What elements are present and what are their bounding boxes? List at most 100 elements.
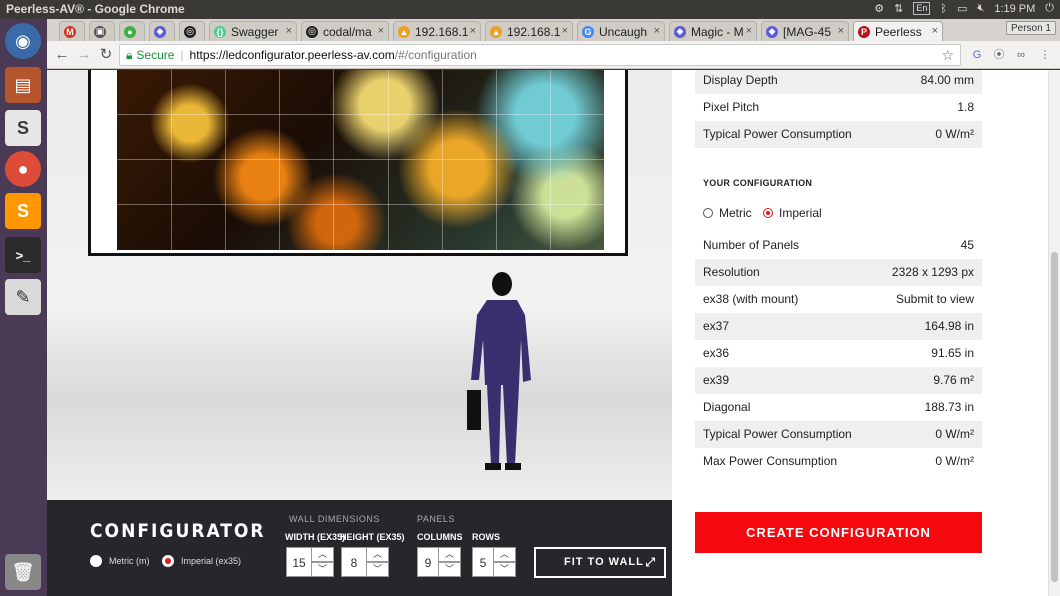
menu-icon[interactable]: ⋮ <box>1037 47 1053 63</box>
text-editor-icon[interactable]: ✎ <box>5 279 41 315</box>
columns-decrement-icon[interactable]: ﹀ <box>439 562 461 577</box>
tab-close-icon[interactable]: × <box>932 25 938 37</box>
robot-icon: ▣ <box>94 25 106 38</box>
fit-to-wall-button[interactable]: FIT TO WALL ⤢ <box>534 547 666 578</box>
translate-icon[interactable]: G <box>969 47 985 63</box>
bluetooth-icon[interactable]: ᛒ <box>940 3 947 15</box>
wall-dimensions-label: WALL DIMENSIONS <box>289 514 380 524</box>
pma-icon: ▲ <box>398 25 410 38</box>
specs-panel: Display Depth 84.00 mm Pixel Pitch 1.8 Typ… <box>695 70 982 596</box>
launcher: ◉ ▤ S ● S >_ ✎ 🗑︎ <box>0 19 47 596</box>
keyboard-language[interactable]: En <box>913 2 931 15</box>
columns-increment-icon[interactable]: ︿ <box>439 547 461 562</box>
files-icon[interactable]: ▤ <box>5 67 41 103</box>
slack-icon[interactable]: S <box>5 110 41 146</box>
tab-pma-1[interactable]: ▲ 192.168.1 × <box>393 21 481 41</box>
radio-metric-m[interactable]: Metric (m) <box>90 555 150 567</box>
config-row: ex37 164.98 in <box>695 313 982 340</box>
width-label: WIDTH (EX35) <box>285 532 346 542</box>
tab-peerless[interactable]: P Peerless × <box>853 21 943 41</box>
address-bar: ← → ↻ 🔒︎ Secure | https://ledconfigurator.p… <box>47 41 1060 69</box>
create-configuration-button[interactable]: CREATE CONFIGURATION <box>695 512 982 553</box>
profile-button[interactable]: Person 1 <box>1005 21 1056 35</box>
radio-metric[interactable]: Metric <box>703 206 752 220</box>
gmail-icon: M <box>64 25 76 38</box>
volume-icon[interactable]: 🔇︎ <box>977 2 984 15</box>
tab-codal[interactable]: ◎ codal/ma × <box>301 21 389 41</box>
tab-close-icon[interactable]: × <box>378 25 384 37</box>
width-input[interactable]: 15 <box>286 547 312 577</box>
rows-increment-icon[interactable]: ︿ <box>494 547 516 562</box>
google-icon: G <box>582 25 594 38</box>
radio-imperial-ex35[interactable]: Imperial (ex35) <box>162 555 241 567</box>
pma-icon: ▲ <box>490 25 502 38</box>
tab-close-icon[interactable]: × <box>562 25 568 37</box>
radio-imperial[interactable]: Imperial <box>763 206 822 220</box>
config-row: Resolution 2328 x 1293 px <box>695 259 982 286</box>
spec-row: Pixel Pitch 1.8 <box>703 100 974 114</box>
config-row: ex38 (with mount) Submit to view <box>703 292 974 306</box>
height-label: HEIGHT (EX35) <box>340 532 405 542</box>
settings-icon[interactable]: ⚙ <box>874 2 884 15</box>
forward-icon[interactable]: → <box>74 45 94 65</box>
incognito-icon[interactable]: ∞ <box>1013 47 1029 63</box>
tab-magic[interactable]: ◆ Magic - M × <box>669 21 757 41</box>
columns-input[interactable]: 9 <box>417 547 439 577</box>
network-icon[interactable]: ⇅ <box>894 2 903 15</box>
rows-decrement-icon[interactable]: ﹀ <box>494 562 516 577</box>
tab-close-icon[interactable]: × <box>286 25 292 37</box>
columns-stepper: 9 ︿ ﹀ <box>417 547 461 577</box>
config-row: Number of Panels 45 <box>703 238 974 252</box>
config-row: ex39 9.76 m² <box>695 367 982 394</box>
chrome-icon[interactable]: ● <box>5 151 41 187</box>
tab-gmail[interactable]: M <box>59 21 85 41</box>
ubuntu-dash-icon[interactable]: ◉ <box>5 23 41 59</box>
url-input[interactable]: 🔒︎ Secure | https://ledconfigurator.peerles… <box>119 44 961 66</box>
tab-swagger[interactable]: {} Swagger × <box>209 21 297 41</box>
diamond-icon: ◆ <box>154 25 166 38</box>
terminal-icon[interactable]: >_ <box>5 237 41 273</box>
tab-uncaught[interactable]: G Uncaugh × <box>577 21 665 41</box>
battery-icon[interactable]: ▭ <box>957 2 967 15</box>
height-increment-icon[interactable]: ︿ <box>367 547 389 562</box>
trash-icon[interactable]: 🗑︎ <box>5 554 41 590</box>
columns-label: COLUMNS <box>417 532 463 542</box>
tab-robot[interactable]: ▣ <box>89 21 115 41</box>
tab-close-icon[interactable]: × <box>654 25 660 37</box>
extension-icon[interactable]: ⦿ <box>991 47 1007 63</box>
panels-label: PANELS <box>417 514 455 524</box>
led-wall-preview <box>117 70 604 250</box>
width-decrement-icon[interactable]: ﹀ <box>312 562 334 577</box>
github-icon: ◎ <box>184 25 196 38</box>
clock[interactable]: 1:19 PM <box>994 3 1035 15</box>
spec-row: Typical Power Consumption 0 W/m² <box>695 121 982 148</box>
tab-github[interactable]: ◎ <box>179 21 205 41</box>
tab-close-icon[interactable]: × <box>470 25 476 37</box>
height-input[interactable]: 8 <box>341 547 367 577</box>
radio-selected-icon <box>763 208 773 218</box>
tab-diamond[interactable]: ◆ <box>149 21 175 41</box>
width-increment-icon[interactable]: ︿ <box>312 547 334 562</box>
height-decrement-icon[interactable]: ﹀ <box>367 562 389 577</box>
page-scrollbar[interactable] <box>1048 70 1060 596</box>
scrollbar-thumb[interactable] <box>1051 252 1058 582</box>
peerless-icon: P <box>858 25 870 38</box>
back-icon[interactable]: ← <box>52 45 72 65</box>
rows-input[interactable]: 5 <box>472 547 494 577</box>
tab-close-icon[interactable]: × <box>838 25 844 37</box>
diamond-icon: ◆ <box>674 25 686 38</box>
tab-green[interactable]: ● <box>119 21 145 41</box>
your-configuration-heading: YOUR CONFIGURATION <box>703 178 813 188</box>
expand-icon: ⤢ <box>645 555 656 569</box>
bookmark-star-icon[interactable]: ☆ <box>941 45 954 65</box>
tab-mag45[interactable]: ◆ [MAG-45 × <box>761 21 849 41</box>
sublime-text-icon[interactable]: S <box>5 193 41 229</box>
reload-icon[interactable]: ↻ <box>96 45 116 65</box>
tab-strip: M ▣ ● ◆ ◎ {} Swagger × ◎ codal/ma × ▲ 192.168… <box>47 19 1060 41</box>
radio-icon <box>90 555 102 567</box>
power-icon[interactable]: ⏻ <box>1045 2 1054 15</box>
tab-close-icon[interactable]: × <box>746 25 752 37</box>
diamond-icon: ◆ <box>766 25 778 38</box>
rows-stepper: 5 ︿ ﹀ <box>472 547 516 577</box>
tab-pma-2[interactable]: ▲ 192.168.1 × <box>485 21 573 41</box>
